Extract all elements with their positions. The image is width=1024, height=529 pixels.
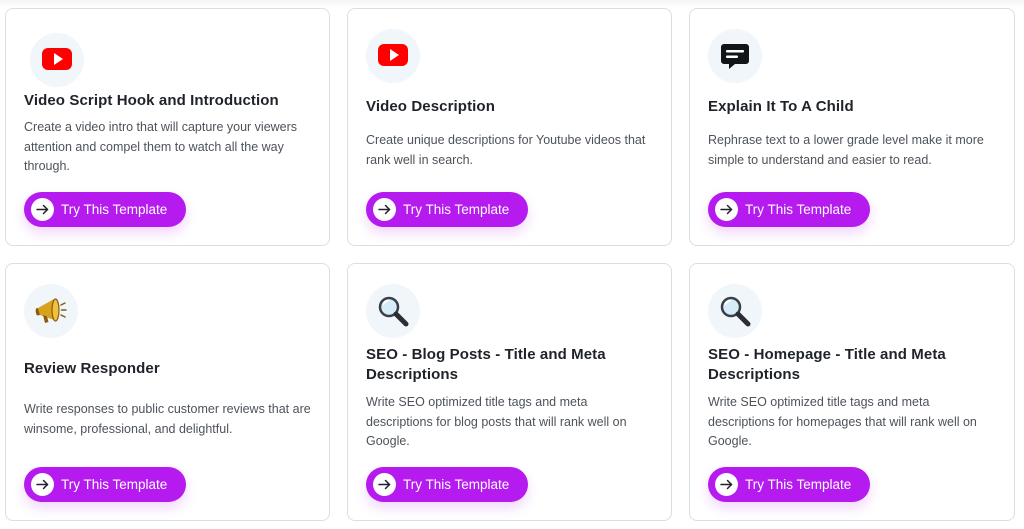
youtube-icon	[378, 44, 408, 66]
template-card-explain-it-to-a-child: Explain It To A Child Rephrase text to a…	[689, 8, 1015, 246]
template-card-video-description: Video Description Create unique descript…	[347, 8, 672, 246]
arrow-right-icon	[720, 479, 733, 490]
card-title: Review Responder	[24, 360, 160, 377]
arrow-right-icon	[36, 479, 49, 490]
template-card-review-responder: Review Responder Write responses to publ…	[5, 263, 330, 521]
speech-bubble-icon	[721, 44, 749, 69]
arrow-right-icon	[720, 204, 733, 215]
template-card-seo-homepage: SEO - Homepage - Title and Meta Descript…	[689, 263, 1015, 521]
youtube-icon	[42, 48, 72, 70]
try-template-button[interactable]: Try This Template	[708, 192, 870, 227]
card-icon-container	[366, 284, 420, 338]
arrow-circle	[373, 473, 396, 496]
card-icon-container	[708, 29, 762, 83]
card-description: Rephrase text to a lower grade level mak…	[708, 133, 984, 167]
try-template-button[interactable]: Try This Template	[366, 467, 528, 502]
card-title: Video Script Hook and Introduction	[24, 92, 279, 109]
try-template-button[interactable]: Try This Template	[24, 192, 186, 227]
card-description: Create a video intro that will capture y…	[24, 120, 298, 173]
template-card-video-script-hook: Video Script Hook and Introduction Creat…	[5, 8, 330, 246]
card-description: Write SEO optimized title tags and meta …	[366, 395, 627, 448]
arrow-circle	[715, 473, 738, 496]
card-icon-container	[708, 284, 762, 338]
card-icon-container	[30, 33, 84, 87]
card-title: Explain It To A Child	[708, 98, 854, 115]
arrow-circle	[715, 198, 738, 221]
try-template-button-label: Try This Template	[61, 477, 168, 492]
try-template-button[interactable]: Try This Template	[24, 467, 186, 502]
magnifying-glass-icon	[378, 296, 409, 327]
card-description: Write responses to public customer revie…	[24, 402, 311, 436]
try-template-button-label: Try This Template	[745, 477, 852, 492]
card-icon-container	[24, 284, 78, 338]
arrow-right-icon	[36, 204, 49, 215]
card-description: Write SEO optimized title tags and meta …	[708, 395, 977, 448]
card-title: Video Description	[366, 98, 495, 115]
try-template-button-label: Try This Template	[403, 202, 510, 217]
magnifying-glass-icon	[720, 296, 751, 327]
arrow-right-icon	[378, 204, 391, 215]
try-template-button[interactable]: Try This Template	[366, 192, 528, 227]
arrow-circle	[31, 473, 54, 496]
try-template-button[interactable]: Try This Template	[708, 467, 870, 502]
arrow-circle	[31, 198, 54, 221]
card-description: Create unique descriptions for Youtube v…	[366, 133, 646, 167]
try-template-button-label: Try This Template	[745, 202, 852, 217]
megaphone-icon	[35, 298, 67, 323]
try-template-button-label: Try This Template	[61, 202, 168, 217]
card-title: SEO - Blog Posts - Title and Meta Descri…	[366, 346, 606, 383]
arrow-right-icon	[378, 479, 391, 490]
template-card-seo-blog-posts: SEO - Blog Posts - Title and Meta Descri…	[347, 263, 672, 521]
arrow-circle	[373, 198, 396, 221]
try-template-button-label: Try This Template	[403, 477, 510, 492]
top-strip	[0, 0, 1024, 8]
card-icon-container	[366, 29, 420, 83]
card-title: SEO - Homepage - Title and Meta Descript…	[708, 346, 946, 383]
